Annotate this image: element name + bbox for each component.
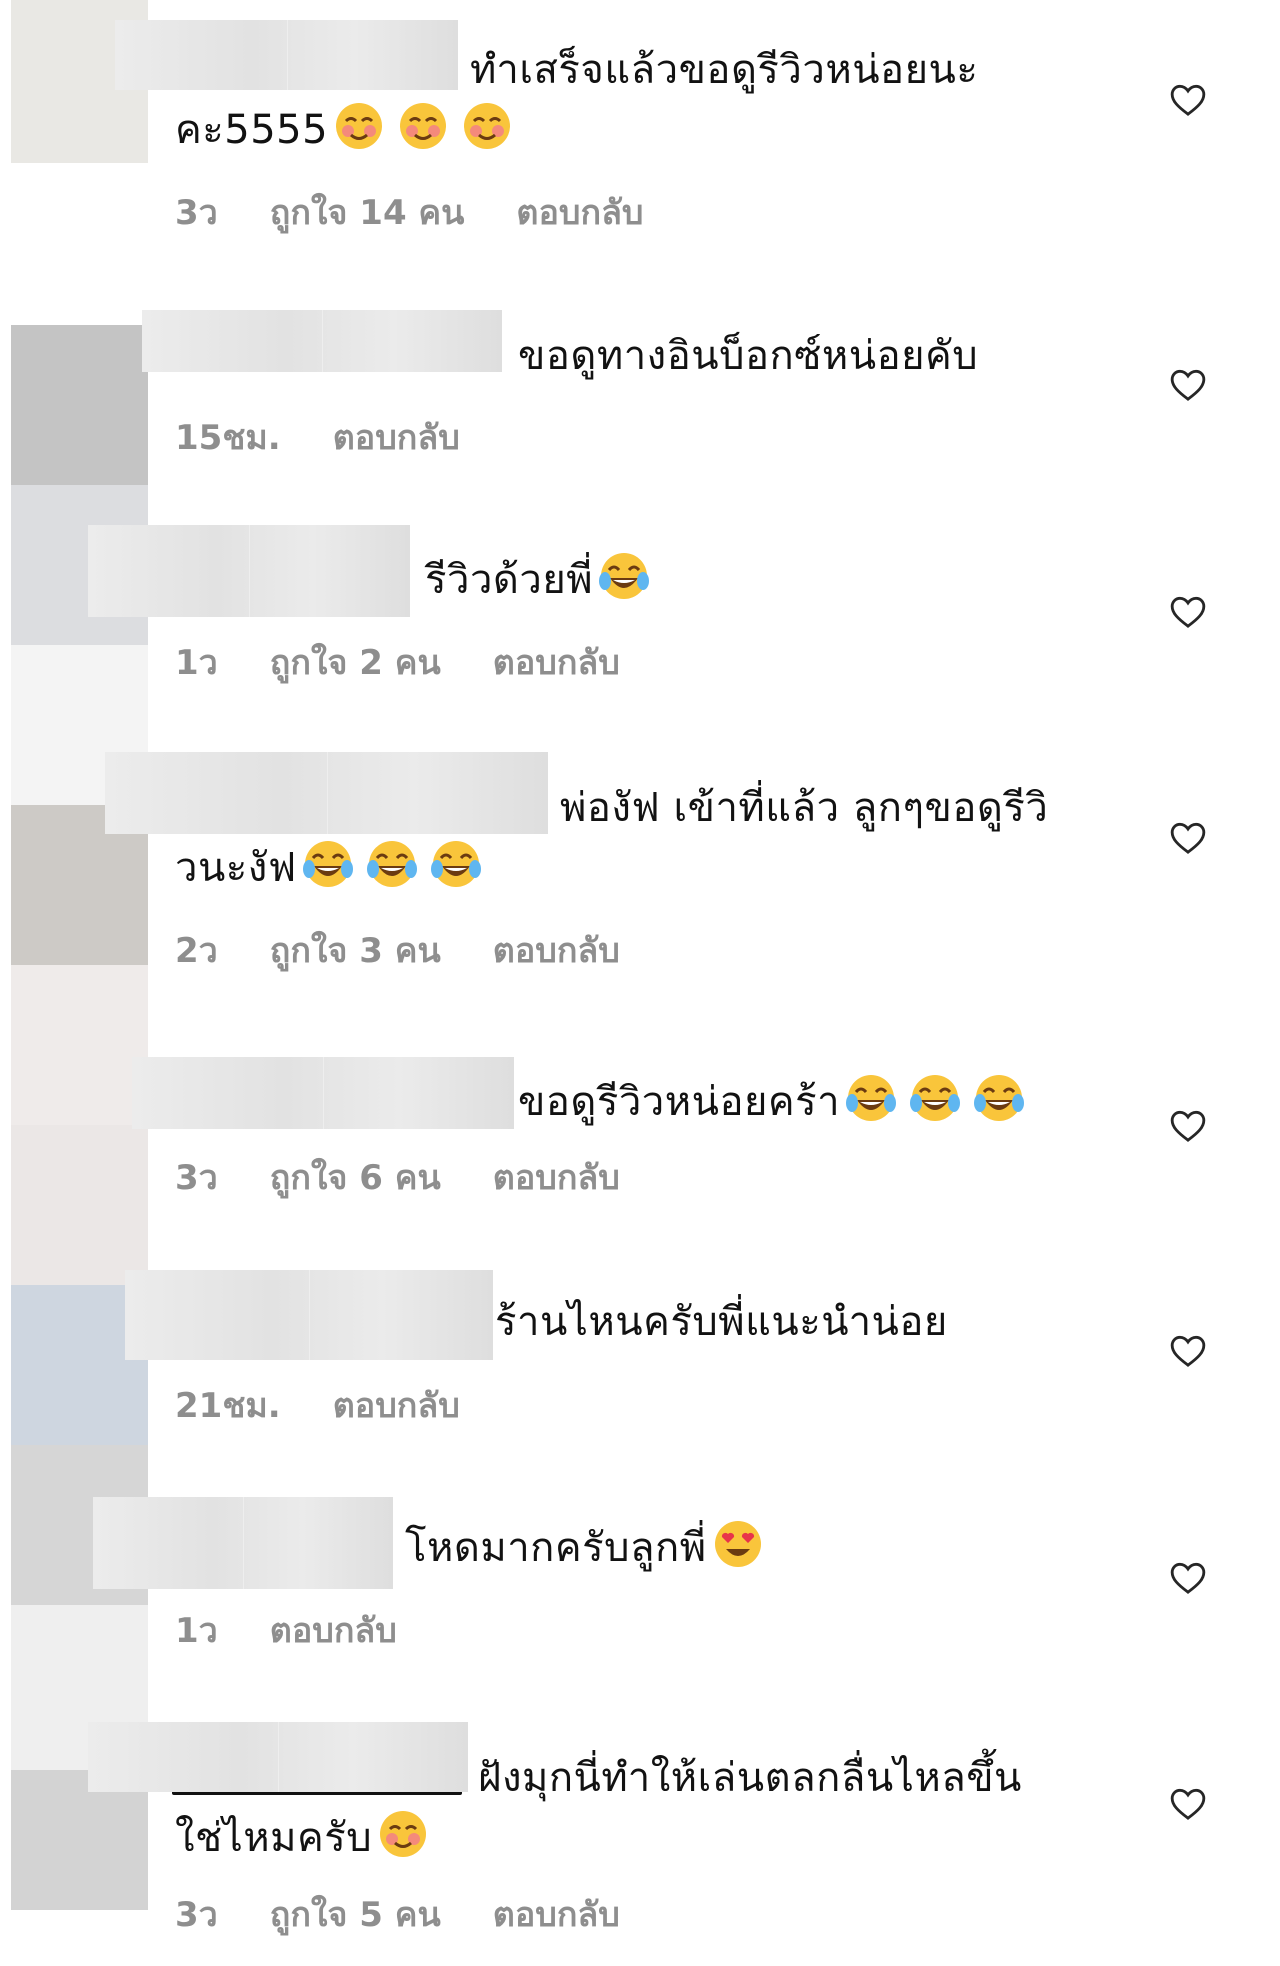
comment-text-continued: วนะงัฟ [175,838,481,898]
heart-eyes-emoji [714,1521,761,1567]
comment-text-continued: ใช่ไหมครับ [175,1808,428,1868]
username-redacted[interactable] [88,1722,468,1792]
comment-text-line: ขอดูรีวิวหน่อยคร้า [518,1079,841,1125]
comment-text: ขอดูทางอินบ็อกซ์หน่อยคับ [518,333,979,379]
heart-icon[interactable] [1168,365,1208,405]
comment-time: 2ว [175,931,218,971]
comment-time: 21ชม. [175,1386,281,1426]
username-redacted[interactable] [105,752,548,834]
username-redacted[interactable] [115,20,458,90]
comment-text: โหดมากครับลูกพี่ [405,1518,763,1578]
comment-text: ทำเสร็จแล้วขอดูรีวิวหน่อยนะ [470,47,979,93]
comment-time: 15ชม. [175,418,281,458]
tears-of-joy-emoji [910,1075,961,1121]
comment-text-line2: วนะงัฟ [175,845,297,891]
comment-meta: 1ว ถูกใจ 2 คน ตอบกลับ [175,635,620,689]
comment-time: 3ว [175,1158,218,1198]
comment-time: 1ว [175,1611,218,1651]
username-redacted[interactable] [88,525,410,617]
reply-button[interactable]: ตอบกลับ [493,643,620,683]
heart-icon[interactable] [1168,592,1208,632]
comment-text-line: รีวิวด้วยพี่ [425,557,594,603]
smiling-face-emoji [336,103,383,149]
comment-meta: 3ว ถูกใจ 14 คน ตอบกลับ [175,185,644,239]
reply-button[interactable]: ตอบกลับ [493,1158,620,1198]
comment-time: 3ว [175,193,218,233]
tears-of-joy-emoji [430,841,481,887]
smiling-face-emoji [380,1811,427,1857]
heart-icon[interactable] [1168,1331,1208,1371]
tears-of-joy-emoji [599,553,650,599]
comment-text-line2: คะ5555 [175,107,329,153]
username-redacted[interactable] [93,1497,393,1589]
comment-time: 3ว [175,1895,218,1935]
reply-button[interactable]: ตอบกลับ [333,1386,460,1426]
like-count[interactable]: ถูกใจ 2 คน [270,643,441,683]
tears-of-joy-emoji [974,1075,1025,1121]
smiling-face-emoji [464,103,511,149]
avatar[interactable] [11,1125,148,1285]
comment-text: พ่องัฟ เข้าที่แล้ว ลูกๆขอดูรีวิ [560,785,1049,831]
heart-icon[interactable] [1168,1784,1208,1824]
tears-of-joy-emoji [846,1075,897,1121]
comment-meta: 2ว ถูกใจ 3 คน ตอบกลับ [175,923,620,977]
like-count[interactable]: ถูกใจ 6 คน [270,1158,441,1198]
reply-button[interactable]: ตอบกลับ [493,931,620,971]
comment-meta: 3ว ถูกใจ 6 คน ตอบกลับ [175,1150,620,1204]
comment-text-line: โหดมากครับลูกพี่ [405,1525,707,1571]
comment-meta: 15ชม. ตอบกลับ [175,410,460,464]
reply-button[interactable]: ตอบกลับ [516,193,643,233]
like-count[interactable]: ถูกใจ 3 คน [270,931,441,971]
comment-meta: 21ชม. ตอบกลับ [175,1378,460,1432]
tears-of-joy-emoji [366,841,417,887]
username-redacted[interactable] [125,1270,493,1360]
comment-meta: 1ว ตอบกลับ [175,1603,397,1657]
comment-text: ฝังมุกนี่ทำให้เล่นตลกลื่นไหลขึ้น [478,1755,1022,1801]
reply-button[interactable]: ตอบกลับ [333,418,460,458]
heart-icon[interactable] [1168,818,1208,858]
like-count[interactable]: ถูกใจ 5 คน [270,1895,441,1935]
reply-button[interactable]: ตอบกลับ [270,1611,397,1651]
comment-time: 1ว [175,643,218,683]
comment-meta: 3ว ถูกใจ 5 คน ตอบกลับ [175,1887,620,1941]
username-redacted[interactable] [142,310,502,372]
like-count[interactable]: ถูกใจ 14 คน [270,193,465,233]
comment-text: ขอดูรีวิวหน่อยคร้า [518,1072,1025,1132]
comment-text-continued: คะ5555 [175,100,512,160]
heart-icon[interactable] [1168,1106,1208,1146]
heart-icon[interactable] [1168,80,1208,120]
comment-text: รีวิวด้วยพี่ [425,550,650,610]
comment-text: ร้านไหนครับพี่แนะนำน่อย [495,1299,948,1345]
comment-text-line2: ใช่ไหมครับ [175,1815,373,1861]
avatar[interactable] [11,965,148,1125]
username-redacted[interactable] [132,1057,514,1129]
tears-of-joy-emoji [302,841,353,887]
heart-icon[interactable] [1168,1558,1208,1598]
smiling-face-emoji [400,103,447,149]
reply-button[interactable]: ตอบกลับ [493,1895,620,1935]
avatar[interactable] [11,325,148,485]
